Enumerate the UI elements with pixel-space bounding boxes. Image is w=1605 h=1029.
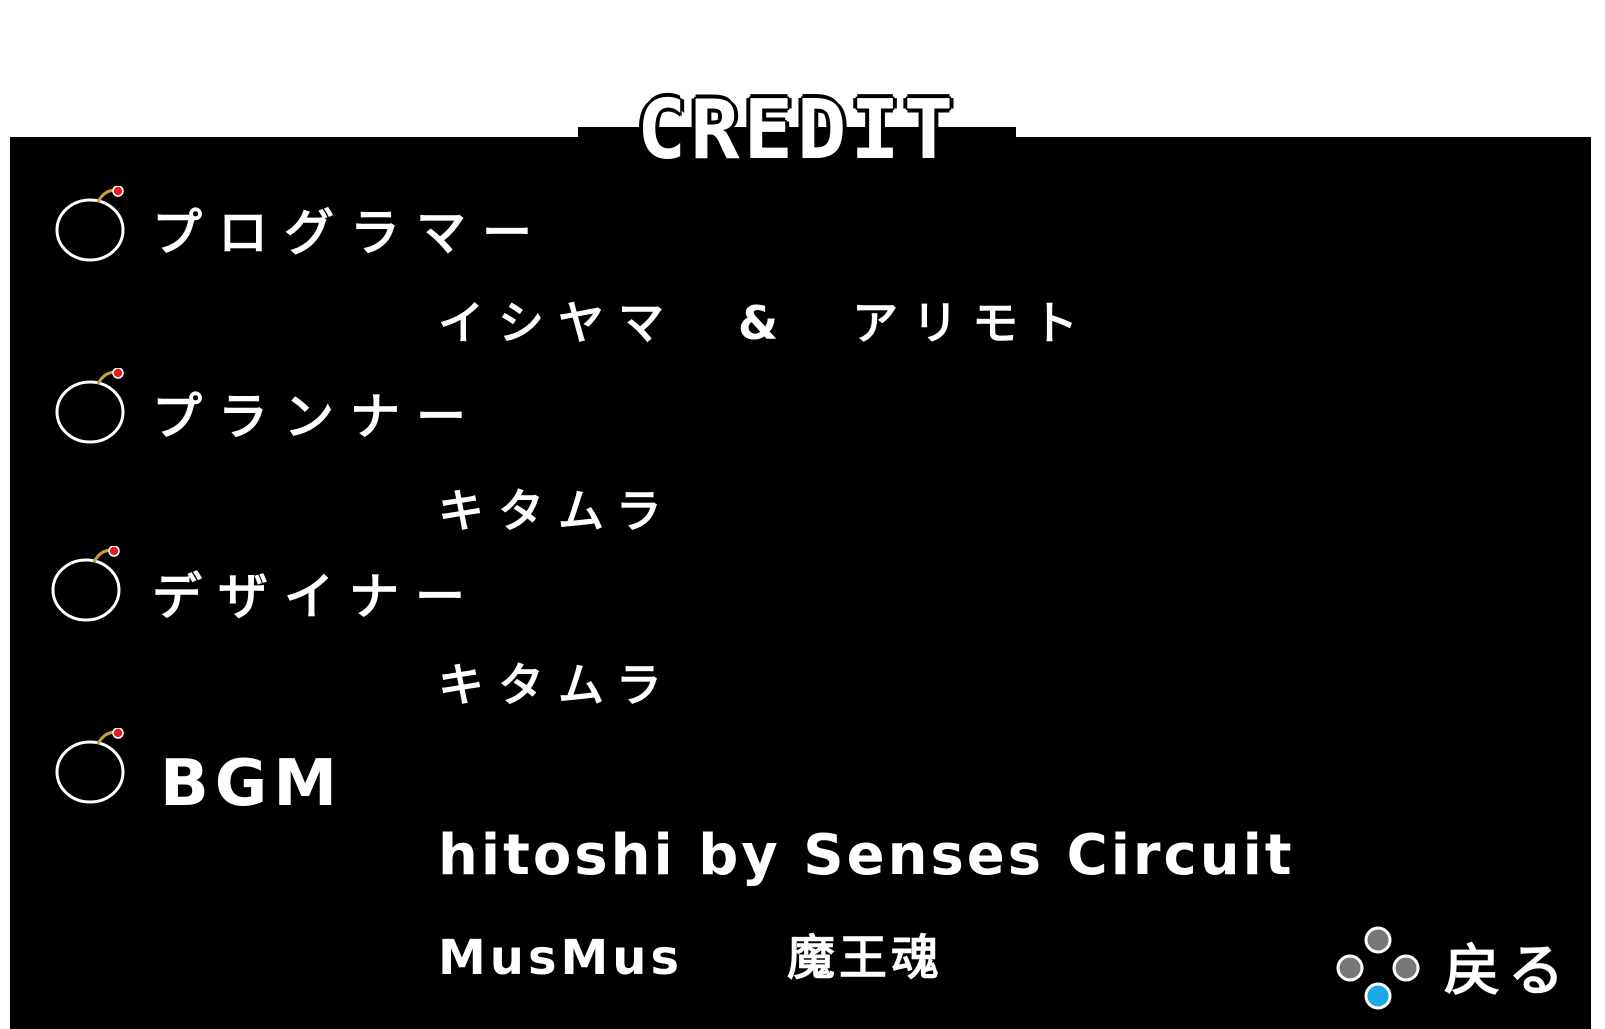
name-bgm-2: MusMus 魔王魂 bbox=[438, 930, 944, 986]
role-bgm: BGM bbox=[160, 747, 343, 821]
bomb-icon bbox=[55, 728, 125, 804]
bomb-icon bbox=[55, 186, 125, 262]
bomb-icon bbox=[51, 546, 121, 622]
screen-title: CREDIT bbox=[635, 83, 958, 178]
role-designer: デザイナー bbox=[152, 568, 481, 626]
dpad-buttons-icon bbox=[1336, 926, 1420, 1010]
bomb-icon bbox=[55, 368, 125, 444]
back-button[interactable]: 戻る bbox=[1328, 920, 1568, 1020]
back-label: 戻る bbox=[1444, 939, 1572, 1004]
role-programmer: プログラマー bbox=[152, 204, 548, 262]
name-programmer: イシヤマ & アリモト bbox=[438, 296, 1093, 350]
name-bgm-1: hitoshi by Senses Circuit bbox=[438, 823, 1295, 888]
name-designer: キタムラ bbox=[438, 658, 676, 712]
credit-screen: CREDIT プログラマー イシヤマ & アリモト プランナー キタムラ デザイ… bbox=[0, 0, 1605, 1029]
role-planner: プランナー bbox=[152, 388, 482, 446]
name-planner: キタムラ bbox=[438, 484, 676, 538]
